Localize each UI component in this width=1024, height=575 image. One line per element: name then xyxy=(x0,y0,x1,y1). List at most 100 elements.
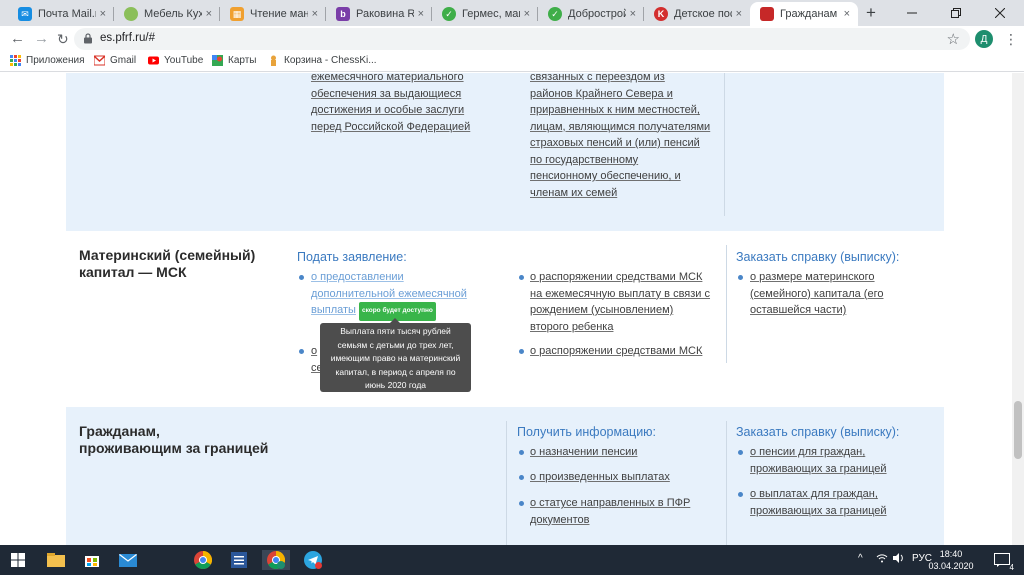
close-icon[interactable]: × xyxy=(844,8,850,20)
tab-label: Почта Mail.ru xyxy=(38,8,96,20)
tab-label: Гермес, магаз xyxy=(462,8,520,20)
bullet xyxy=(519,501,524,506)
link-pension-assignment[interactable]: о назначении пенсии xyxy=(530,444,637,461)
mail-app-icon[interactable] xyxy=(118,550,138,570)
bookmark-gmail[interactable]: Gmail xyxy=(94,55,136,66)
windows-taskbar: ^ РУС 18:40 03.04.2020 4 xyxy=(0,545,1024,575)
bookmark-youtube[interactable]: YouTube xyxy=(148,55,203,66)
link-line: проживающих за границей xyxy=(750,504,887,517)
chrome-icon[interactable] xyxy=(193,550,213,570)
site-favicon-icon: ✓ xyxy=(442,7,456,21)
link-line: о выплатах для граждан, xyxy=(750,488,878,500)
wifi-icon[interactable] xyxy=(876,553,888,566)
link-line: о xyxy=(311,345,318,357)
notifications-icon[interactable]: 4 xyxy=(992,550,1014,572)
volume-icon[interactable] xyxy=(893,553,905,566)
address-bar[interactable]: es.pfrf.ru/# ☆ xyxy=(74,28,970,50)
info-heading: Получить информацию: xyxy=(517,425,657,439)
link-line: дополнительной ежемесячной xyxy=(311,287,467,300)
link-msk-balance-certificate[interactable]: о размере материнского (семейного) капит… xyxy=(750,269,930,319)
column-divider xyxy=(506,421,507,545)
link-line: перед Российской Федерацией xyxy=(311,120,471,133)
new-tab-icon[interactable]: + xyxy=(866,3,876,23)
bookmark-chesskid[interactable]: Корзина - ChessKi... xyxy=(268,55,377,66)
tab-dobrostroy[interactable]: ✓ Добрострой.р × xyxy=(538,2,644,26)
tooltip-line: семьям с детьми до трех лет, xyxy=(337,339,454,350)
bullet xyxy=(519,275,524,280)
site-favicon-icon: b xyxy=(336,7,350,21)
tab-hermes[interactable]: ✓ Гермес, магаз × xyxy=(432,2,538,26)
link-msk-disposal[interactable]: о распоряжении средствами МСК xyxy=(530,343,720,360)
tab-label: Добрострой.р xyxy=(568,8,626,20)
telegram-icon[interactable] xyxy=(303,550,323,570)
tab-furniture[interactable]: Мебель Кухон × xyxy=(114,2,220,26)
link-line: ежемесячного материального xyxy=(311,73,464,83)
minimize-icon[interactable] xyxy=(890,0,934,26)
word-icon[interactable] xyxy=(229,550,249,570)
windows-start-icon[interactable] xyxy=(8,550,28,570)
reload-icon[interactable]: ↻ xyxy=(57,30,69,48)
bookmarks-bar: Приложения Gmail YouTube Карты Корзина -… xyxy=(0,52,1024,72)
link-relocation-north[interactable]: связанных с переездом из районов Крайнег… xyxy=(530,73,720,201)
tab-label: Мебель Кухон xyxy=(144,8,202,20)
chrome-profile-icon[interactable] xyxy=(262,550,290,570)
link-line: о произведенных выплатах xyxy=(530,471,670,483)
scrollbar-thumb[interactable] xyxy=(1014,401,1022,459)
back-arrow-icon[interactable]: ← xyxy=(10,30,25,48)
link-line: о назначении пенсии xyxy=(530,446,638,458)
link-material-support[interactable]: ежемесячного материального обеспечения з… xyxy=(311,73,501,135)
link-line: приравненных к ним местностей, xyxy=(530,104,700,116)
link-line: оставшейся части) xyxy=(750,304,847,316)
bookmark-apps[interactable]: Приложения xyxy=(10,55,85,66)
bookmark-star-icon[interactable]: ☆ xyxy=(947,30,960,48)
close-icon[interactable]: × xyxy=(736,8,742,20)
tab-kids[interactable]: K Детское посо × xyxy=(644,2,750,26)
youtube-icon xyxy=(148,56,159,65)
close-window-icon[interactable] xyxy=(978,0,1022,26)
section-title-msk: Материнский (семейный) капитал — МСК xyxy=(79,247,255,281)
bullet xyxy=(299,275,304,280)
close-icon[interactable]: × xyxy=(312,8,318,20)
show-hidden-icons-icon[interactable]: ^ xyxy=(858,553,863,564)
clock-time: 18:40 xyxy=(939,549,963,559)
file-explorer-icon[interactable] xyxy=(46,550,66,570)
link-payments-made[interactable]: о произведенных выплатах xyxy=(530,469,670,486)
link-line: (семейного) капитала (его xyxy=(750,287,884,300)
tab-strip: ✉ Почта Mail.ru × Мебель Кухон × ▦ Чтени… xyxy=(0,0,1024,26)
close-icon[interactable]: × xyxy=(524,8,530,20)
close-icon[interactable]: × xyxy=(630,8,636,20)
order-heading-msk: Заказать справку (выписку): xyxy=(736,250,900,264)
section-band-top xyxy=(66,73,944,231)
tab-manga[interactable]: ▦ Чтение манги × xyxy=(220,2,326,26)
close-icon[interactable]: × xyxy=(206,8,212,20)
tab-mail[interactable]: ✉ Почта Mail.ru × xyxy=(8,2,114,26)
link-line: рождением (усыновлением) xyxy=(530,304,674,316)
forward-arrow-icon[interactable]: → xyxy=(34,30,49,48)
system-clock[interactable]: 18:40 03.04.2020 xyxy=(924,548,978,572)
column-divider xyxy=(726,421,727,545)
title-line: капитал — МСК xyxy=(79,264,187,280)
bullet xyxy=(519,475,524,480)
link-documents-status[interactable]: о статусе направленных в ПФР документов xyxy=(530,495,720,528)
link-pension-abroad[interactable]: о пенсии для граждан, проживающих за гра… xyxy=(750,444,930,477)
tooltip-line: июнь 2020 года xyxy=(364,380,427,390)
link-line: о пенсии для граждан, xyxy=(750,446,866,458)
store-icon[interactable] xyxy=(82,550,102,570)
link-msk-monthly-second-child[interactable]: о распоряжении средствами МСК на ежемеся… xyxy=(530,269,720,335)
tooltip-popup: Выплата пяти тысяч рублей семьям с детьм… xyxy=(320,318,471,392)
bookmark-label: Корзина - ChessKi... xyxy=(284,55,377,66)
tab-citizens-active[interactable]: Гражданам × xyxy=(750,2,858,26)
menu-kebab-icon[interactable]: ⋮ xyxy=(1004,30,1018,48)
bookmark-maps[interactable]: Карты xyxy=(212,55,257,66)
close-icon[interactable]: × xyxy=(100,8,106,20)
close-icon[interactable]: × xyxy=(418,8,424,20)
maps-icon xyxy=(212,55,223,66)
link-additional-monthly-payment[interactable]: о предоставлении дополнительной ежемесяч… xyxy=(311,269,491,321)
scrollbar[interactable] xyxy=(1012,73,1024,545)
link-payments-abroad[interactable]: о выплатах для граждан, проживающих за г… xyxy=(750,486,930,519)
site-favicon-icon: K xyxy=(654,7,668,21)
profile-avatar[interactable]: Д xyxy=(975,30,993,48)
apps-grid-icon xyxy=(10,55,21,66)
tab-sink[interactable]: b Раковина Roc × xyxy=(326,2,432,26)
restore-icon[interactable] xyxy=(934,0,978,26)
